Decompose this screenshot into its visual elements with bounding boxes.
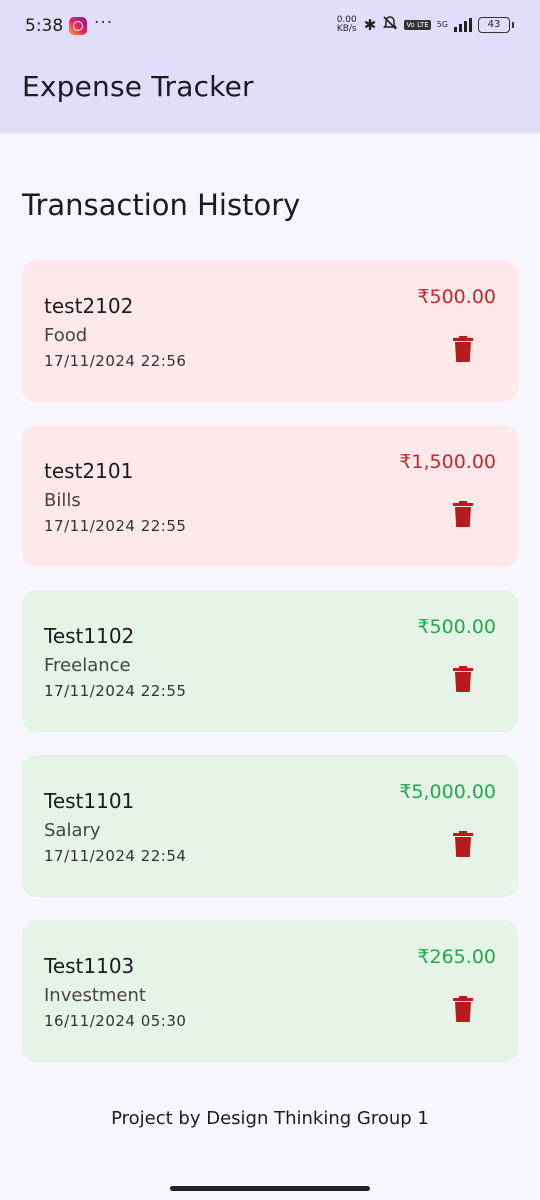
transaction-description: Test1102: [44, 624, 135, 648]
transaction-card[interactable]: Test1101 Salary 17/11/2024 22:54 ₹5,000.…: [22, 755, 518, 897]
transaction-amount: ₹5,000.00: [399, 781, 496, 803]
app-bar: Expense Tracker: [0, 54, 540, 133]
transaction-category: Freelance: [44, 655, 131, 676]
transaction-date: 17/11/2024 22:54: [44, 847, 187, 865]
delete-icon[interactable]: [453, 666, 473, 692]
transaction-date: 16/11/2024 05:30: [44, 1012, 187, 1030]
transaction-card[interactable]: Test1102 Freelance 17/11/2024 22:55 ₹500…: [22, 590, 518, 732]
transaction-amount: ₹500.00: [417, 286, 496, 308]
app-title: Expense Tracker: [22, 70, 254, 103]
footer-credit: Project by Design Thinking Group 1: [111, 1108, 429, 1129]
signal-icon: [454, 18, 472, 32]
delete-icon[interactable]: [453, 336, 473, 362]
transaction-description: test2102: [44, 294, 134, 318]
transaction-amount: ₹265.00: [417, 946, 496, 968]
transaction-card[interactable]: Test1103 Investment 16/11/2024 05:30 ₹26…: [22, 920, 518, 1062]
transaction-category: Investment: [44, 985, 146, 1006]
volte-icon: Vo LTE: [404, 20, 431, 30]
section-title: Transaction History: [22, 188, 301, 222]
transaction-list: test2102 Food 17/11/2024 22:56 ₹500.00 t…: [22, 260, 518, 1085]
transaction-amount: ₹500.00: [417, 616, 496, 638]
delete-icon[interactable]: [453, 996, 473, 1022]
transaction-card[interactable]: test2101 Bills 17/11/2024 22:55 ₹1,500.0…: [22, 425, 518, 567]
transaction-description: Test1101: [44, 789, 135, 813]
delete-icon[interactable]: [453, 831, 473, 857]
transaction-category: Bills: [44, 490, 81, 511]
transaction-card[interactable]: test2102 Food 17/11/2024 22:56 ₹500.00: [22, 260, 518, 402]
bluetooth-icon: ✱: [363, 16, 377, 34]
home-indicator[interactable]: [170, 1186, 370, 1191]
more-notifications-icon: ···: [94, 13, 114, 33]
transaction-category: Salary: [44, 820, 101, 841]
network-type: 5G: [436, 20, 448, 29]
transaction-date: 17/11/2024 22:55: [44, 517, 187, 535]
network-speed: 0.00 KB/s: [336, 16, 358, 34]
transaction-description: test2101: [44, 459, 134, 483]
battery-icon: 43: [478, 17, 514, 33]
transaction-amount: ₹1,500.00: [399, 451, 496, 473]
transaction-category: Food: [44, 325, 88, 346]
status-time: 5:38: [25, 16, 64, 36]
transaction-date: 17/11/2024 22:56: [44, 352, 187, 370]
transaction-date: 17/11/2024 22:55: [44, 682, 187, 700]
network-speed-unit: KB/s: [336, 24, 357, 34]
delete-icon[interactable]: [453, 501, 473, 527]
bell-off-icon: [382, 15, 398, 35]
transaction-description: Test1103: [44, 954, 135, 978]
instagram-icon: [69, 17, 87, 35]
status-bar: 5:38 ··· 0.00 KB/s ✱ Vo LTE 5G 43: [0, 0, 540, 54]
